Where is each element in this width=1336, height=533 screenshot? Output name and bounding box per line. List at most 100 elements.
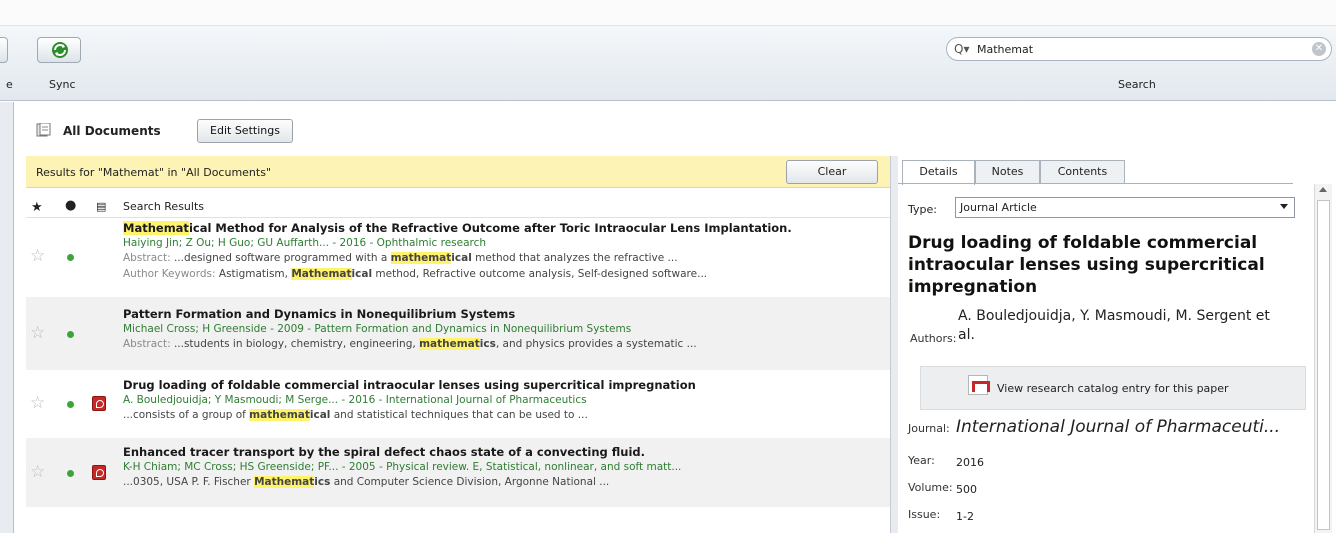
sync-label: Sync <box>49 78 76 91</box>
tab-contents[interactable]: Contents <box>1040 160 1125 184</box>
match-suffix: ical <box>309 409 331 421</box>
result-row[interactable]: ☆ Enhanced tracer transport by the spira… <box>26 438 890 507</box>
year-label: Year: <box>908 454 935 467</box>
issue-label: Issue: <box>908 508 941 521</box>
collection-header: All Documents Edit Settings <box>15 102 1336 156</box>
search-results-bar: Results for "Mathemat" in "All Documents… <box>26 156 890 188</box>
highlight: Mathemat <box>254 476 315 488</box>
match-suffix: ics <box>479 338 496 350</box>
match-suffix: ical <box>351 268 373 280</box>
type-select[interactable]: Journal Article <box>955 197 1295 218</box>
journal-label: Journal: <box>908 422 950 435</box>
issue-value[interactable]: 1-2 <box>956 510 974 523</box>
search-icon[interactable]: Q▾ <box>954 42 969 56</box>
title-text: ical Method for Analysis of the Refracti… <box>188 221 792 235</box>
highlight: mathemat <box>390 252 452 264</box>
catalog-icon <box>968 375 990 395</box>
tab-details[interactable]: Details <box>902 160 975 185</box>
star-icon[interactable]: ☆ <box>30 462 45 482</box>
read-status-column-icon[interactable]: ● <box>65 198 76 213</box>
journal-value[interactable]: International Journal of Pharmaceuti... <box>956 417 1280 437</box>
type-value: Journal Article <box>960 201 1037 214</box>
unread-dot-icon[interactable] <box>67 331 74 338</box>
search-field[interactable]: Q▾ ✕ <box>946 37 1332 61</box>
result-row[interactable]: ☆ Drug loading of foldable commercial in… <box>26 370 890 438</box>
pane-splitter[interactable] <box>890 156 898 533</box>
result-snippet: ...consists of a group of mathematical a… <box>123 409 588 421</box>
result-title[interactable]: Drug loading of foldable commercial intr… <box>123 378 696 392</box>
scroll-up-icon[interactable] <box>1319 187 1327 192</box>
volume-value[interactable]: 500 <box>956 483 977 496</box>
snippet-text: and statistical techniques that can be u… <box>330 409 588 421</box>
match-suffix: ics <box>314 476 331 488</box>
details-pane: Details Notes Contents Type: Journal Art… <box>898 156 1336 533</box>
highlight: Mathemat <box>291 268 352 280</box>
favorite-column-icon[interactable]: ★ <box>31 200 43 215</box>
keywords-text: Astigmatism, <box>218 268 292 280</box>
search-results-column-title[interactable]: Search Results <box>123 200 204 213</box>
chevron-down-icon[interactable] <box>1280 204 1288 209</box>
partial-toolbar-label: e <box>6 78 13 91</box>
sync-button[interactable] <box>37 37 81 63</box>
keywords-label: Author Keywords: <box>123 268 219 280</box>
clear-button[interactable]: Clear <box>786 160 878 184</box>
result-abstract: Abstract: ...students in biology, chemis… <box>123 338 697 350</box>
result-title[interactable]: Enhanced tracer transport by the spiral … <box>123 445 645 459</box>
result-keywords: Author Keywords: Astigmatism, Mathematic… <box>123 268 707 280</box>
edit-settings-button[interactable]: Edit Settings <box>197 119 293 143</box>
results-list: ★ ● ▤ Search Results ☆ Mathematical Meth… <box>26 188 890 533</box>
result-title[interactable]: Pattern Formation and Dynamics in Nonequ… <box>123 307 515 321</box>
result-row[interactable]: ☆ Mathematical Method for Analysis of th… <box>26 219 890 293</box>
collection-title: All Documents <box>63 124 161 138</box>
search-input[interactable] <box>977 42 1297 57</box>
left-panel-edge[interactable] <box>0 102 14 533</box>
result-row[interactable]: ☆ Pattern Formation and Dynamics in None… <box>26 297 890 370</box>
star-icon[interactable]: ☆ <box>30 246 45 266</box>
unread-dot-icon[interactable] <box>67 254 74 261</box>
result-meta: K-H Chiam; MC Cross; HS Greenside; PF...… <box>123 461 682 473</box>
result-meta: Haiying Jin; Z Ou; H Guo; GU Auffarth...… <box>123 237 487 249</box>
unread-dot-icon[interactable] <box>67 401 74 408</box>
catalog-label: View research catalog entry for this pap… <box>997 382 1229 395</box>
abstract-text: method that analyzes the refractive ... <box>471 252 678 264</box>
star-icon[interactable]: ☆ <box>30 323 45 343</box>
year-value[interactable]: 2016 <box>956 456 984 469</box>
highlight: mathemat <box>249 409 310 421</box>
highlight: mathemat <box>419 338 480 350</box>
abstract-text: ...designed software programmed with a <box>173 252 391 264</box>
pdf-icon[interactable] <box>92 396 106 411</box>
abstract-text: ...students in biology, chemistry, engin… <box>173 338 420 350</box>
snippet-text: ...0305, USA P. F. Fischer <box>123 476 255 488</box>
snippet-text: and Computer Science Division, Argonne N… <box>330 476 610 488</box>
result-abstract: Abstract: ...designed software programme… <box>123 252 678 264</box>
clear-search-icon[interactable]: ✕ <box>1312 42 1326 56</box>
documents-icon <box>36 123 51 137</box>
column-header[interactable]: ★ ● ▤ Search Results <box>26 198 890 218</box>
scrollbar-thumb[interactable] <box>1317 200 1330 530</box>
view-catalog-button[interactable]: View research catalog entry for this pap… <box>920 366 1306 410</box>
authors-value[interactable]: A. Bouledjouidja, Y. Masmoudi, M. Sergen… <box>958 307 1288 345</box>
tab-notes[interactable]: Notes <box>975 160 1040 184</box>
snippet-text: ...consists of a group of <box>123 409 250 421</box>
highlight: Mathemat <box>123 221 189 235</box>
match-suffix: ical <box>451 252 472 264</box>
toolbar: e Sync Q▾ ✕ Search <box>0 26 1336 101</box>
document-title[interactable]: Drug loading of foldable commercial intr… <box>908 232 1293 298</box>
results-summary: Results for "Mathemat" in "All Documents… <box>36 166 272 179</box>
result-title[interactable]: Mathematical Method for Analysis of the … <box>123 221 792 235</box>
pdf-icon[interactable] <box>92 465 106 480</box>
volume-label: Volume: <box>908 481 953 494</box>
keywords-text: method, Refractive outcome analysis, Sel… <box>372 268 708 280</box>
authors-label: Authors: <box>910 332 957 345</box>
star-icon[interactable]: ☆ <box>30 393 45 413</box>
partial-toolbar-button[interactable] <box>0 37 8 63</box>
unread-dot-icon[interactable] <box>67 470 74 477</box>
result-meta: Michael Cross; H Greenside - 2009 - Patt… <box>123 323 632 335</box>
result-meta: A. Bouledjouidja; Y Masmoudi; M Serge...… <box>123 394 587 406</box>
sync-icon <box>52 42 68 58</box>
abstract-text: , and physics provides a systematic ... <box>495 338 697 350</box>
document-column-icon[interactable]: ▤ <box>96 200 106 213</box>
result-snippet: ...0305, USA P. F. Fischer Mathematics a… <box>123 476 609 488</box>
type-label: Type: <box>908 203 937 216</box>
details-scrollbar[interactable] <box>1314 184 1332 533</box>
